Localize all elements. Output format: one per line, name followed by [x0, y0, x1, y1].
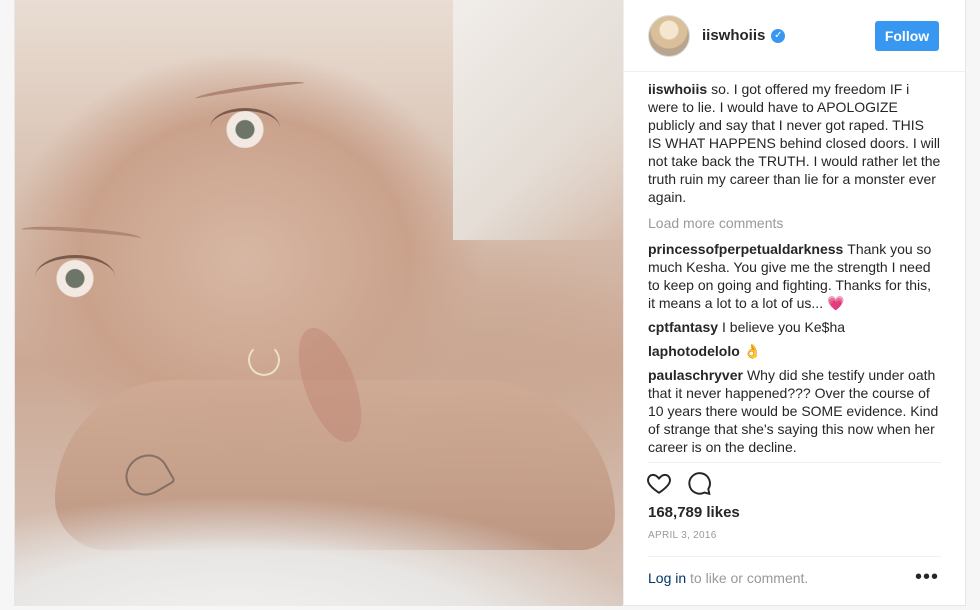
- load-more-comments-link[interactable]: Load more comments: [648, 214, 941, 232]
- header-username[interactable]: iiswhoiis: [702, 27, 765, 44]
- heart-icon[interactable]: [646, 470, 672, 501]
- photo-background: [453, 0, 623, 240]
- verified-badge-icon: ✓: [771, 28, 786, 43]
- login-link[interactable]: Log in: [648, 570, 686, 586]
- caption-text: so. I got offered my freedom IF i were t…: [648, 81, 941, 205]
- comment-username[interactable]: cptfantasy: [648, 319, 718, 335]
- photo-pillow: [15, 456, 623, 606]
- comment-username[interactable]: laphotodelolo: [648, 343, 740, 359]
- comment-icon[interactable]: [686, 470, 712, 501]
- comment-text: I believe you Ke$ha: [722, 319, 846, 335]
- comment-username[interactable]: princessofperpetualdarkness: [648, 241, 843, 257]
- likes-count[interactable]: 168,789 likes: [648, 504, 740, 521]
- comment-item: princessofperpetualdarkness Thank you so …: [648, 240, 941, 312]
- comment-username[interactable]: paulaschryver: [648, 367, 743, 383]
- comments-list[interactable]: iiswhoiis so. I got offered my freedom IF…: [648, 80, 941, 462]
- follow-button[interactable]: Follow: [875, 20, 939, 51]
- caption: iiswhoiis so. I got offered my freedom IF…: [648, 80, 941, 206]
- post-date: APRIL 3, 2016: [648, 530, 717, 541]
- post-sidebar: iiswhoiis ✓ Follow iiswhoiis so. I got of…: [623, 0, 965, 606]
- post-container: iiswhoiis ✓ Follow iiswhoiis so. I got of…: [14, 0, 966, 606]
- caption-username[interactable]: iiswhoiis: [648, 81, 707, 97]
- photo-brow: [20, 223, 142, 245]
- avatar[interactable]: [648, 14, 690, 57]
- post-header: iiswhoiis ✓ Follow: [624, 0, 965, 72]
- action-bar: [646, 470, 712, 501]
- comment-item: paulaschryver Why did she testify under o…: [648, 366, 941, 456]
- photo-eye: [210, 108, 280, 148]
- section-divider: [648, 556, 941, 557]
- login-prompt-text: to like or comment.: [690, 570, 809, 586]
- comment-text: 👌: [743, 343, 762, 359]
- post-photo[interactable]: [15, 0, 623, 606]
- more-options-icon[interactable]: •••: [915, 566, 939, 589]
- comment-item: laphotodelolo 👌: [648, 342, 941, 360]
- photo-brow: [194, 78, 306, 104]
- photo-eye: [35, 255, 115, 299]
- login-prompt: Log in to like or comment.: [648, 570, 808, 586]
- section-divider: [648, 462, 941, 463]
- photo-nose-ring: [248, 344, 280, 376]
- comment-item: cptfantasy I believe you Ke$ha: [648, 318, 941, 336]
